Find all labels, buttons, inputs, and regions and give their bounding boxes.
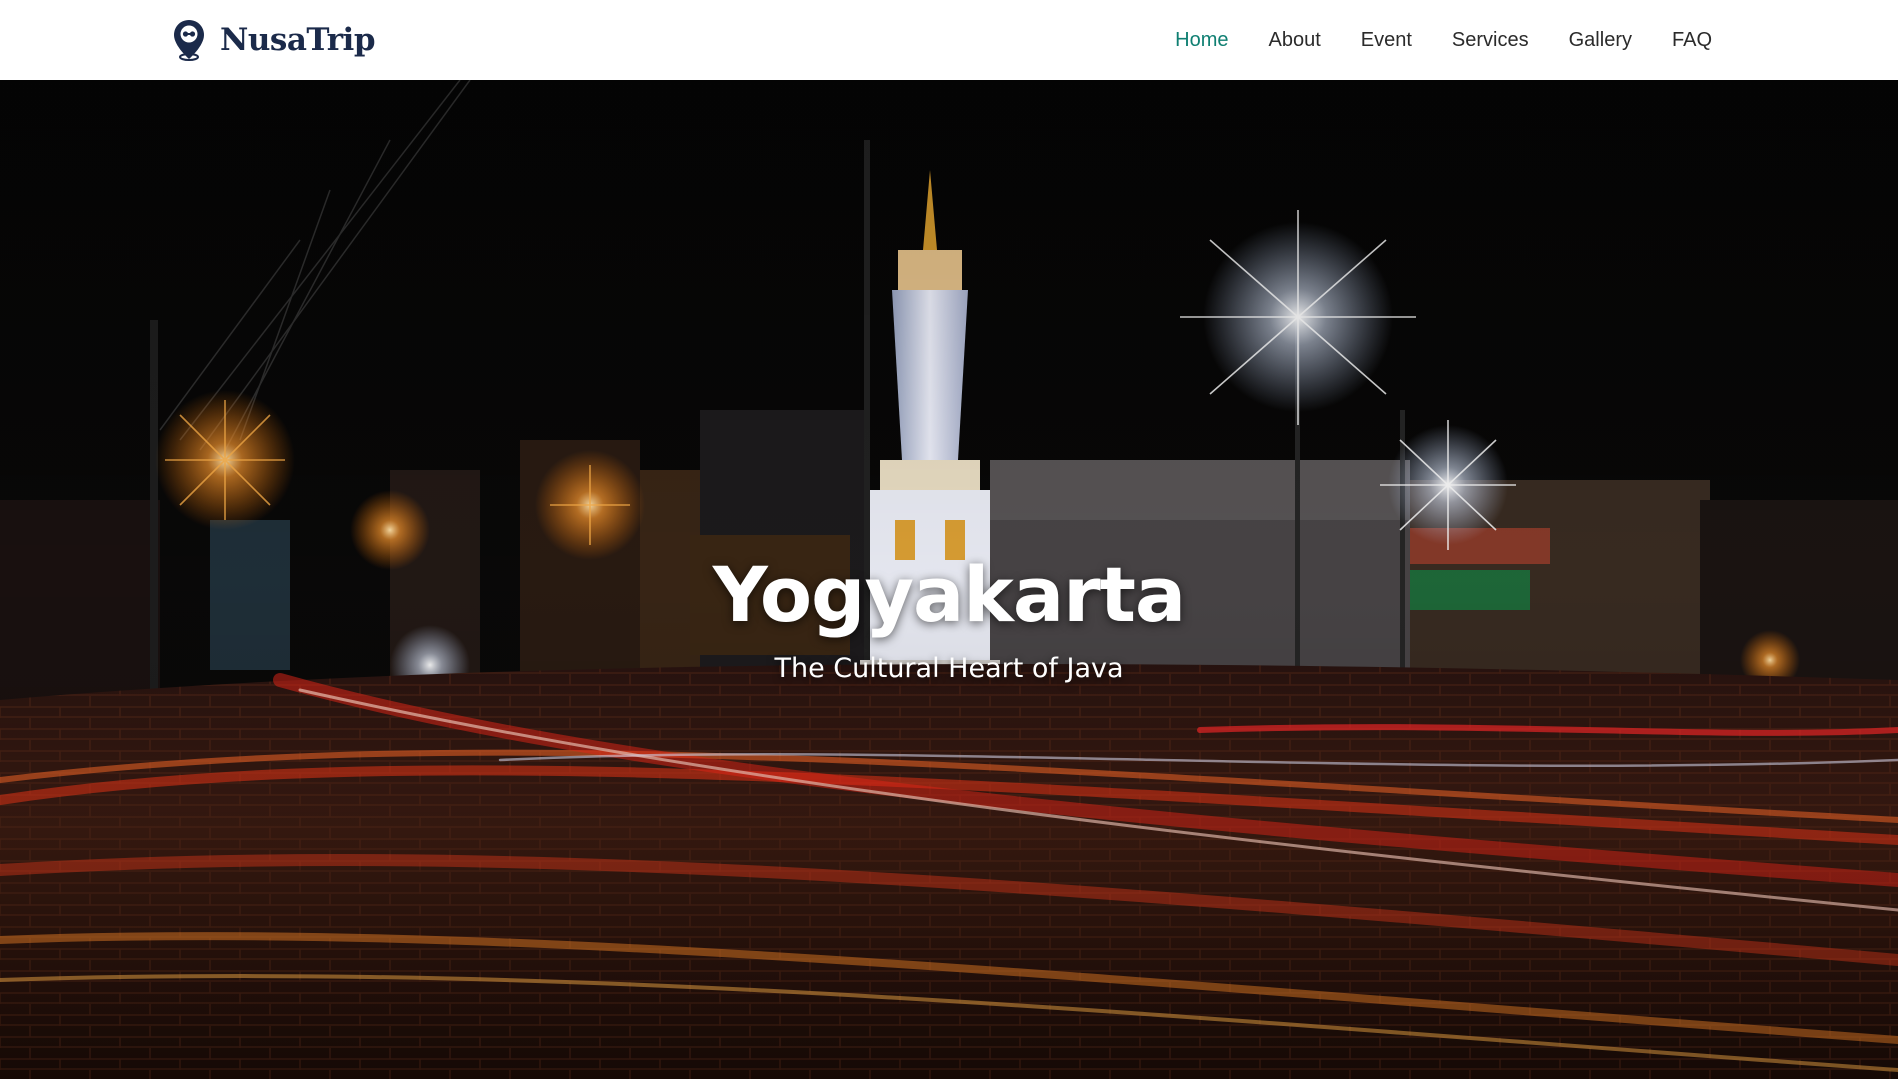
nav-event[interactable]: Event [1341, 0, 1432, 80]
hero-section: Yogyakarta The Cultural Heart of Java [0, 80, 1898, 1079]
brand-logo-link[interactable]: NusaTrip [172, 18, 376, 62]
hero-subtitle: The Cultural Heart of Java [774, 653, 1124, 684]
map-pin-icon [174, 20, 204, 61]
nav-gallery[interactable]: Gallery [1549, 0, 1652, 80]
hero-title: Yogyakarta [712, 550, 1186, 639]
navbar: NusaTrip Home About Event Services Galle… [0, 0, 1898, 80]
nav-home[interactable]: Home [1155, 0, 1248, 80]
nav-services[interactable]: Services [1432, 0, 1549, 80]
nav-about[interactable]: About [1249, 0, 1341, 80]
main-nav: Home About Event Services Gallery FAQ [1155, 0, 1732, 80]
hero-text: Yogyakarta The Cultural Heart of Java [0, 550, 1898, 684]
nav-faq[interactable]: FAQ [1652, 0, 1732, 80]
brand-name: NusaTrip [220, 22, 376, 58]
